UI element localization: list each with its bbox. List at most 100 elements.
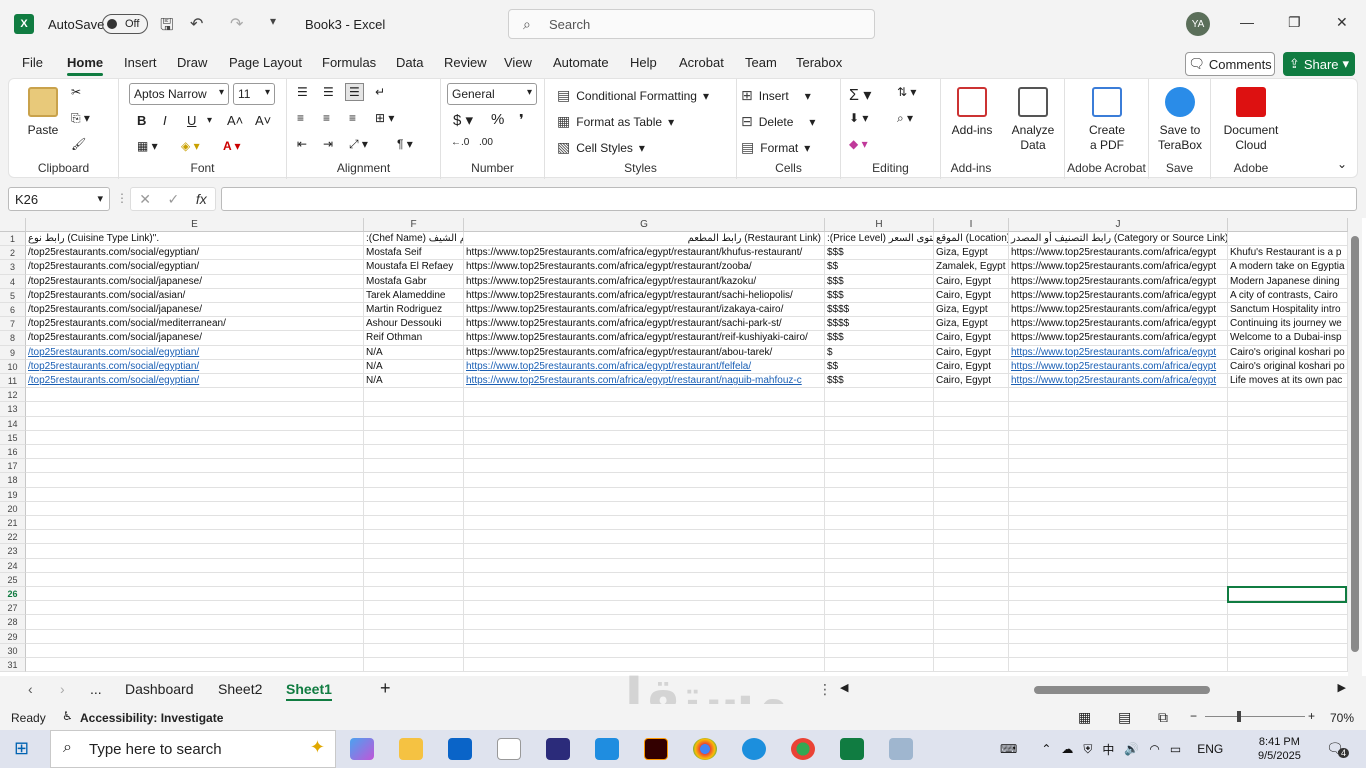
cell[interactable]: https://www.top25restaurants.com/africa/… (1009, 288, 1228, 303)
cell[interactable]: $$ (825, 260, 934, 275)
tab-draw[interactable]: Draw (177, 55, 207, 70)
language-indicator[interactable]: ENG (1197, 742, 1223, 756)
clear-icon[interactable]: ◆ ▾ (849, 137, 868, 151)
cell[interactable] (464, 643, 825, 658)
cell[interactable] (464, 629, 825, 644)
cell[interactable]: Ashour Dessouki (364, 317, 464, 332)
clock[interactable]: 8:41 PM 9/5/2025 (1258, 730, 1301, 768)
cell[interactable] (934, 459, 1009, 474)
cell[interactable] (1228, 629, 1348, 644)
tab-acrobat[interactable]: Acrobat (679, 55, 724, 70)
cell[interactable] (934, 629, 1009, 644)
cell[interactable] (464, 487, 825, 502)
cell[interactable]: /top25restaurants.com/social/egyptian/ (26, 246, 364, 261)
row-header[interactable]: 20 (0, 501, 26, 516)
zoom-slider-thumb[interactable] (1237, 711, 1241, 722)
cell[interactable] (26, 615, 364, 630)
cell[interactable] (1228, 558, 1348, 573)
row-header[interactable]: 14 (0, 416, 26, 431)
autosum-icon[interactable]: Σ ▾ (849, 85, 871, 105)
cell[interactable] (825, 643, 934, 658)
row-header[interactable]: 3 (0, 260, 26, 275)
cell[interactable]: https://www.top25restaurants.com/africa/… (464, 260, 825, 275)
row-header[interactable]: 11 (0, 374, 26, 389)
cell[interactable] (825, 658, 934, 673)
increase-decimal-icon[interactable]: ←.0 (451, 137, 469, 148)
cell[interactable]: https://www.top25restaurants.com/africa/… (1009, 303, 1228, 318)
vertical-scroll-thumb[interactable] (1351, 236, 1359, 652)
zoom-level[interactable]: 70% (1330, 711, 1354, 725)
cell[interactable] (464, 388, 825, 403)
cell[interactable]: https://www.top25restaurants.com/africa/… (464, 317, 825, 332)
copilot-app-icon[interactable] (350, 738, 374, 760)
cell[interactable]: https://www.top25restaurants.com/africa/… (1009, 317, 1228, 332)
horizontal-scrollbar[interactable]: ◀ ▶ (840, 682, 1346, 696)
spreadsheet-grid[interactable]: E F G H I J 1 رابط نوع (Cuisine Type Link)".:(C… (0, 218, 1366, 676)
cell[interactable] (825, 459, 934, 474)
volume-icon[interactable]: 🔊 (1124, 742, 1139, 756)
cancel-icon[interactable]: ✕ (139, 191, 151, 208)
cell[interactable]: https://www.top25restaurants.com/africa/… (1009, 374, 1228, 389)
cell[interactable] (825, 516, 934, 531)
row-header[interactable]: 23 (0, 544, 26, 559)
delete-cells-button[interactable]: ⊟ Delete ▾ (741, 113, 815, 130)
name-box[interactable]: K26 ▾ (8, 187, 110, 211)
network-icon[interactable]: ◠ (1149, 742, 1159, 756)
tab-help[interactable]: Help (630, 55, 657, 70)
cell[interactable] (364, 516, 464, 531)
more-sheets-button[interactable]: ... (90, 681, 102, 697)
zoom-slider[interactable] (1205, 711, 1305, 722)
cell[interactable] (26, 402, 364, 417)
row-header[interactable]: 25 (0, 572, 26, 587)
cell[interactable] (1009, 388, 1228, 403)
cell[interactable] (364, 544, 464, 559)
cell[interactable] (26, 388, 364, 403)
align-right-icon[interactable]: ≡ (349, 111, 356, 125)
cell-styles-button[interactable]: ▧ Cell Styles ▾ (557, 139, 645, 156)
row-header[interactable]: 12 (0, 388, 26, 403)
chrome-profile-icon[interactable] (791, 738, 815, 760)
currency-icon[interactable]: $ ▾ (453, 111, 473, 129)
sheet-tab-dashboard[interactable]: Dashboard (125, 681, 194, 697)
cell[interactable] (26, 516, 364, 531)
tab-team[interactable]: Team (745, 55, 777, 70)
cell[interactable]: /top25restaurants.com/social/japanese/ (26, 331, 364, 346)
column-header[interactable]: H (825, 218, 934, 232)
cell[interactable] (364, 445, 464, 460)
cell[interactable] (934, 516, 1009, 531)
cell[interactable] (364, 629, 464, 644)
vertical-scrollbar[interactable] (1348, 218, 1362, 676)
row-header[interactable]: 4 (0, 274, 26, 289)
cell[interactable]: Cairo, Egypt (934, 374, 1009, 389)
cell[interactable] (1228, 473, 1348, 488)
cell[interactable] (464, 473, 825, 488)
row-header[interactable]: 29 (0, 629, 26, 644)
cell[interactable] (464, 430, 825, 445)
show-hidden-icon[interactable]: ⌃ (1041, 742, 1051, 756)
accessibility-status[interactable]: Accessibility: Investigate (80, 711, 223, 725)
cell[interactable]: N/A (364, 374, 464, 389)
cell[interactable] (934, 430, 1009, 445)
cell[interactable]: https://www.top25restaurants.com/africa/… (1009, 345, 1228, 360)
cell[interactable] (825, 601, 934, 616)
cell[interactable]: $$$$ (825, 317, 934, 332)
format-painter-icon[interactable]: 🖌 (71, 137, 86, 151)
column-header[interactable]: F (364, 218, 464, 232)
cell[interactable]: $$$ (825, 274, 934, 289)
scroll-left-icon[interactable]: ‹ (28, 681, 33, 697)
format-cells-button[interactable]: ▤ Format ▾ (741, 139, 810, 156)
redo-icon[interactable]: ↷ (230, 14, 243, 34)
cell[interactable] (825, 530, 934, 545)
cell[interactable]: Tarek Alameddine (364, 288, 464, 303)
cell[interactable]: https://www.top25restaurants.com/africa/… (464, 274, 825, 289)
comments-button[interactable]: 🗨 Comments (1185, 52, 1275, 76)
cell[interactable]: https://www.top25restaurants.com/africa/… (464, 331, 825, 346)
page-layout-view-icon[interactable]: ▤ (1118, 709, 1131, 726)
cell[interactable] (364, 473, 464, 488)
cell[interactable] (825, 615, 934, 630)
copy-icon[interactable]: ⎘ ▾ (71, 111, 90, 126)
row-header[interactable]: 28 (0, 615, 26, 630)
cell[interactable]: Cairo, Egypt (934, 288, 1009, 303)
cell[interactable] (1009, 615, 1228, 630)
cell[interactable]: N/A (364, 359, 464, 374)
